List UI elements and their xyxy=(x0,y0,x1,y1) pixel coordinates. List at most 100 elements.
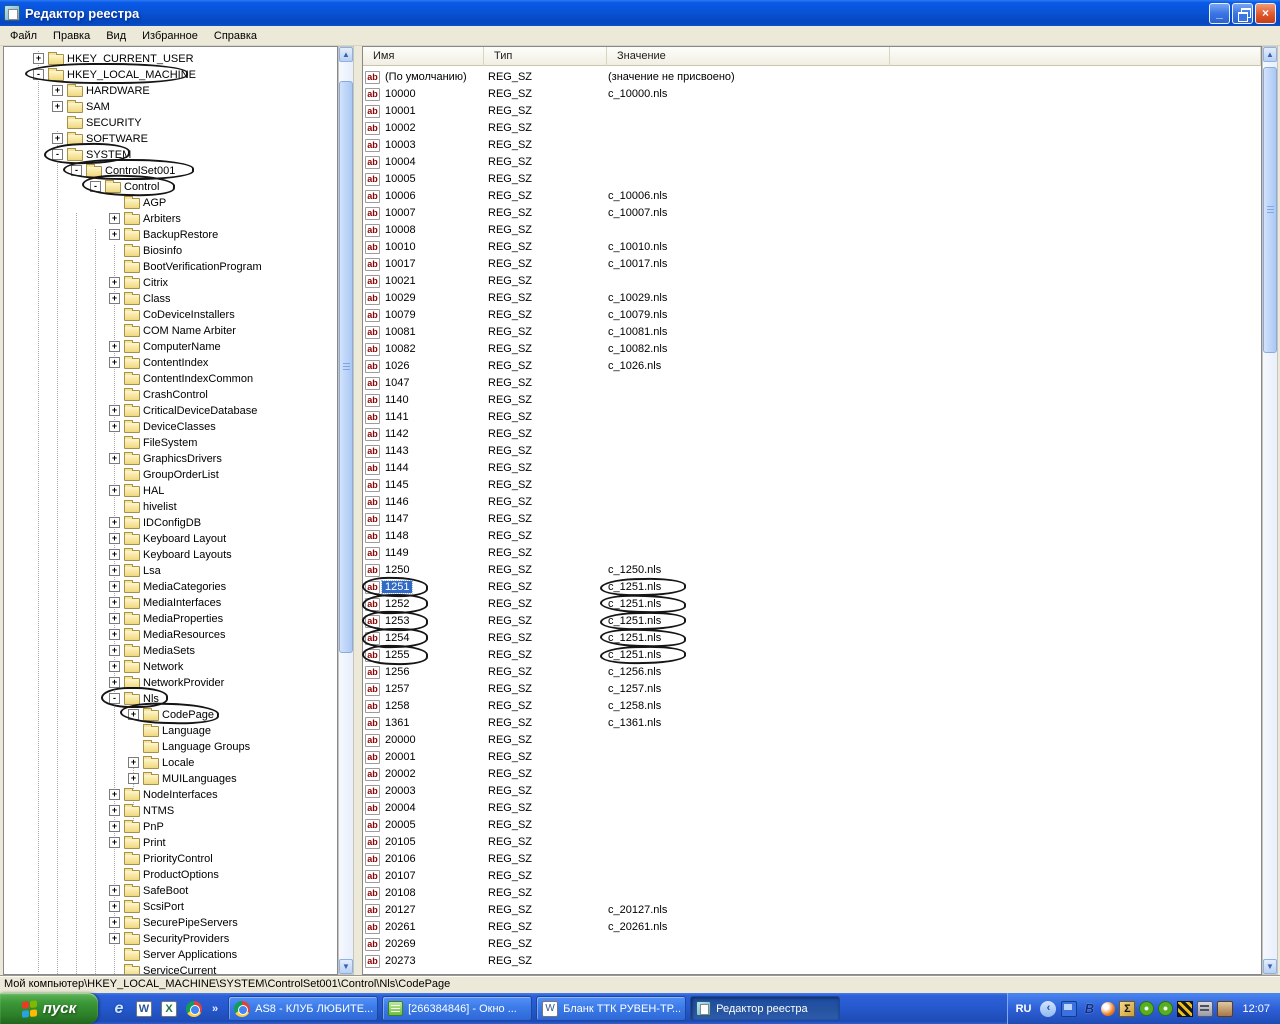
expand-plus-icon[interactable]: + xyxy=(109,885,120,896)
title-bar[interactable]: Редактор реестра _ × xyxy=(0,0,1280,26)
expand-plus-icon[interactable]: + xyxy=(52,85,63,96)
clock[interactable]: 12:07 xyxy=(1242,1003,1270,1015)
expand-plus-icon[interactable]: + xyxy=(109,533,120,544)
punto-icon[interactable] xyxy=(1101,1002,1115,1016)
task-button-2[interactable]: WБланк ТТК РУВЕН-ТР... xyxy=(536,996,686,1021)
excel-icon[interactable]: X xyxy=(160,1000,178,1018)
tree-item-ProductOptions[interactable]: ProductOptions xyxy=(4,867,338,883)
modem-icon[interactable] xyxy=(1197,1001,1213,1017)
value-row-20105[interactable]: ab20105REG_SZ xyxy=(363,835,1261,852)
value-row-1253[interactable]: ab1253REG_SZc_1251.nls xyxy=(363,614,1261,631)
value-row-10029[interactable]: ab10029REG_SZc_10029.nls xyxy=(363,291,1261,308)
tray-collapse-icon[interactable]: ‹ xyxy=(1040,1001,1056,1017)
value-row-1047[interactable]: ab1047REG_SZ xyxy=(363,376,1261,393)
tree-vertical-scrollbar[interactable]: ▲ ▼ xyxy=(338,46,354,975)
value-row-10001[interactable]: ab10001REG_SZ xyxy=(363,104,1261,121)
tree-item-Control[interactable]: -Control xyxy=(4,179,338,195)
value-row-10002[interactable]: ab10002REG_SZ xyxy=(363,121,1261,138)
expand-plus-icon[interactable]: + xyxy=(109,453,120,464)
tree-item-MediaInterfaces[interactable]: +MediaInterfaces xyxy=(4,595,338,611)
restore-button[interactable] xyxy=(1232,3,1253,24)
value-row-10081[interactable]: ab10081REG_SZc_10081.nls xyxy=(363,325,1261,342)
value-row-20003[interactable]: ab20003REG_SZ xyxy=(363,784,1261,801)
expand-plus-icon[interactable]: + xyxy=(109,917,120,928)
minimize-button[interactable]: _ xyxy=(1209,3,1230,24)
tree-item-NodeInterfaces[interactable]: +NodeInterfaces xyxy=(4,787,338,803)
tree-item-Server Applications[interactable]: Server Applications xyxy=(4,947,338,963)
value-row-1255[interactable]: ab1255REG_SZc_1251.nls xyxy=(363,648,1261,665)
value-row-1148[interactable]: ab1148REG_SZ xyxy=(363,529,1261,546)
tree-item-SYSTEM[interactable]: -SYSTEM xyxy=(4,147,338,163)
tree-item-CodePage[interactable]: +CodePage xyxy=(4,707,338,723)
tree-item-MediaSets[interactable]: +MediaSets xyxy=(4,643,338,659)
expand-plus-icon[interactable]: + xyxy=(109,645,120,656)
tree-item-Biosinfo[interactable]: Biosinfo xyxy=(4,243,338,259)
pane-splitter[interactable] xyxy=(354,46,362,975)
value-row-20127[interactable]: ab20127REG_SZc_20127.nls xyxy=(363,903,1261,920)
expand-plus-icon[interactable]: + xyxy=(109,229,120,240)
expand-plus-icon[interactable]: + xyxy=(109,565,120,576)
tree-item-DeviceClasses[interactable]: +DeviceClasses xyxy=(4,419,338,435)
scroll-down-button[interactable]: ▼ xyxy=(1263,959,1277,974)
column-header-empty[interactable] xyxy=(890,47,1261,66)
tree-item-MUILanguages[interactable]: +MUILanguages xyxy=(4,771,338,787)
word-icon[interactable]: W xyxy=(135,1000,153,1018)
value-row-1149[interactable]: ab1149REG_SZ xyxy=(363,546,1261,563)
value-row-20106[interactable]: ab20106REG_SZ xyxy=(363,852,1261,869)
tree-item-MediaProperties[interactable]: +MediaProperties xyxy=(4,611,338,627)
menu-item-2[interactable]: Вид xyxy=(98,28,134,44)
value-row-20273[interactable]: ab20273REG_SZ xyxy=(363,954,1261,971)
expand-plus-icon[interactable]: + xyxy=(109,357,120,368)
list-vertical-scrollbar[interactable]: ▲ ▼ xyxy=(1262,46,1278,975)
value-row-1144[interactable]: ab1144REG_SZ xyxy=(363,461,1261,478)
tree-item-CrashControl[interactable]: CrashControl xyxy=(4,387,338,403)
expand-plus-icon[interactable]: + xyxy=(33,53,44,64)
value-row-1140[interactable]: ab1140REG_SZ xyxy=(363,393,1261,410)
tree-item-Keyboard Layouts[interactable]: +Keyboard Layouts xyxy=(4,547,338,563)
value-row-1361[interactable]: ab1361REG_SZc_1361.nls xyxy=(363,716,1261,733)
value-row-1026[interactable]: ab1026REG_SZc_1026.nls xyxy=(363,359,1261,376)
value-row-20107[interactable]: ab20107REG_SZ xyxy=(363,869,1261,886)
expand-plus-icon[interactable]: + xyxy=(109,293,120,304)
tree-item-ComputerName[interactable]: +ComputerName xyxy=(4,339,338,355)
tree-item-Print[interactable]: +Print xyxy=(4,835,338,851)
expand-plus-icon[interactable]: + xyxy=(109,629,120,640)
value-row-10008[interactable]: ab10008REG_SZ xyxy=(363,223,1261,240)
expand-plus-icon[interactable]: + xyxy=(109,405,120,416)
chrome-icon[interactable] xyxy=(185,1000,203,1018)
network-icon[interactable] xyxy=(1061,1001,1077,1017)
tree-item-GroupOrderList[interactable]: GroupOrderList xyxy=(4,467,338,483)
tree-item-MediaResources[interactable]: +MediaResources xyxy=(4,627,338,643)
value-row-10082[interactable]: ab10082REG_SZc_10082.nls xyxy=(363,342,1261,359)
value-row-20108[interactable]: ab20108REG_SZ xyxy=(363,886,1261,903)
value-row-20269[interactable]: ab20269REG_SZ xyxy=(363,937,1261,954)
value-row-20002[interactable]: ab20002REG_SZ xyxy=(363,767,1261,784)
value-row-1146[interactable]: ab1146REG_SZ xyxy=(363,495,1261,512)
value-row-1258[interactable]: ab1258REG_SZc_1258.nls xyxy=(363,699,1261,716)
value-row-10007[interactable]: ab10007REG_SZc_10007.nls xyxy=(363,206,1261,223)
collapse-minus-icon[interactable]: - xyxy=(109,693,120,704)
scroll-thumb[interactable] xyxy=(339,81,353,653)
expand-plus-icon[interactable]: + xyxy=(109,277,120,288)
tree-item-AGP[interactable]: AGP xyxy=(4,195,338,211)
value-row-10006[interactable]: ab10006REG_SZc_10006.nls xyxy=(363,189,1261,206)
tree-item-FileSystem[interactable]: FileSystem xyxy=(4,435,338,451)
value-row-1254[interactable]: ab1254REG_SZc_1251.nls xyxy=(363,631,1261,648)
tree-item-ContentIndex[interactable]: +ContentIndex xyxy=(4,355,338,371)
column-header-Тип[interactable]: Тип xyxy=(484,47,607,66)
expand-plus-icon[interactable]: + xyxy=(109,677,120,688)
tree-item-IDConfigDB[interactable]: +IDConfigDB xyxy=(4,515,338,531)
tree-item-NetworkProvider[interactable]: +NetworkProvider xyxy=(4,675,338,691)
language-indicator[interactable]: RU xyxy=(1016,1003,1032,1015)
tree-item-Nls[interactable]: -Nls xyxy=(4,691,338,707)
expand-plus-icon[interactable]: + xyxy=(109,549,120,560)
registry-tree[interactable]: +HKEY_CURRENT_USER-HKEY_LOCAL_MACHINE+HA… xyxy=(3,46,338,975)
collapse-minus-icon[interactable]: - xyxy=(90,181,101,192)
tree-item-hivelist[interactable]: hivelist xyxy=(4,499,338,515)
expand-plus-icon[interactable]: + xyxy=(52,133,63,144)
value-row-20004[interactable]: ab20004REG_SZ xyxy=(363,801,1261,818)
tree-item-Network[interactable]: +Network xyxy=(4,659,338,675)
value-row-10005[interactable]: ab10005REG_SZ xyxy=(363,172,1261,189)
scroll-thumb[interactable] xyxy=(1263,67,1277,353)
expand-plus-icon[interactable]: + xyxy=(109,789,120,800)
